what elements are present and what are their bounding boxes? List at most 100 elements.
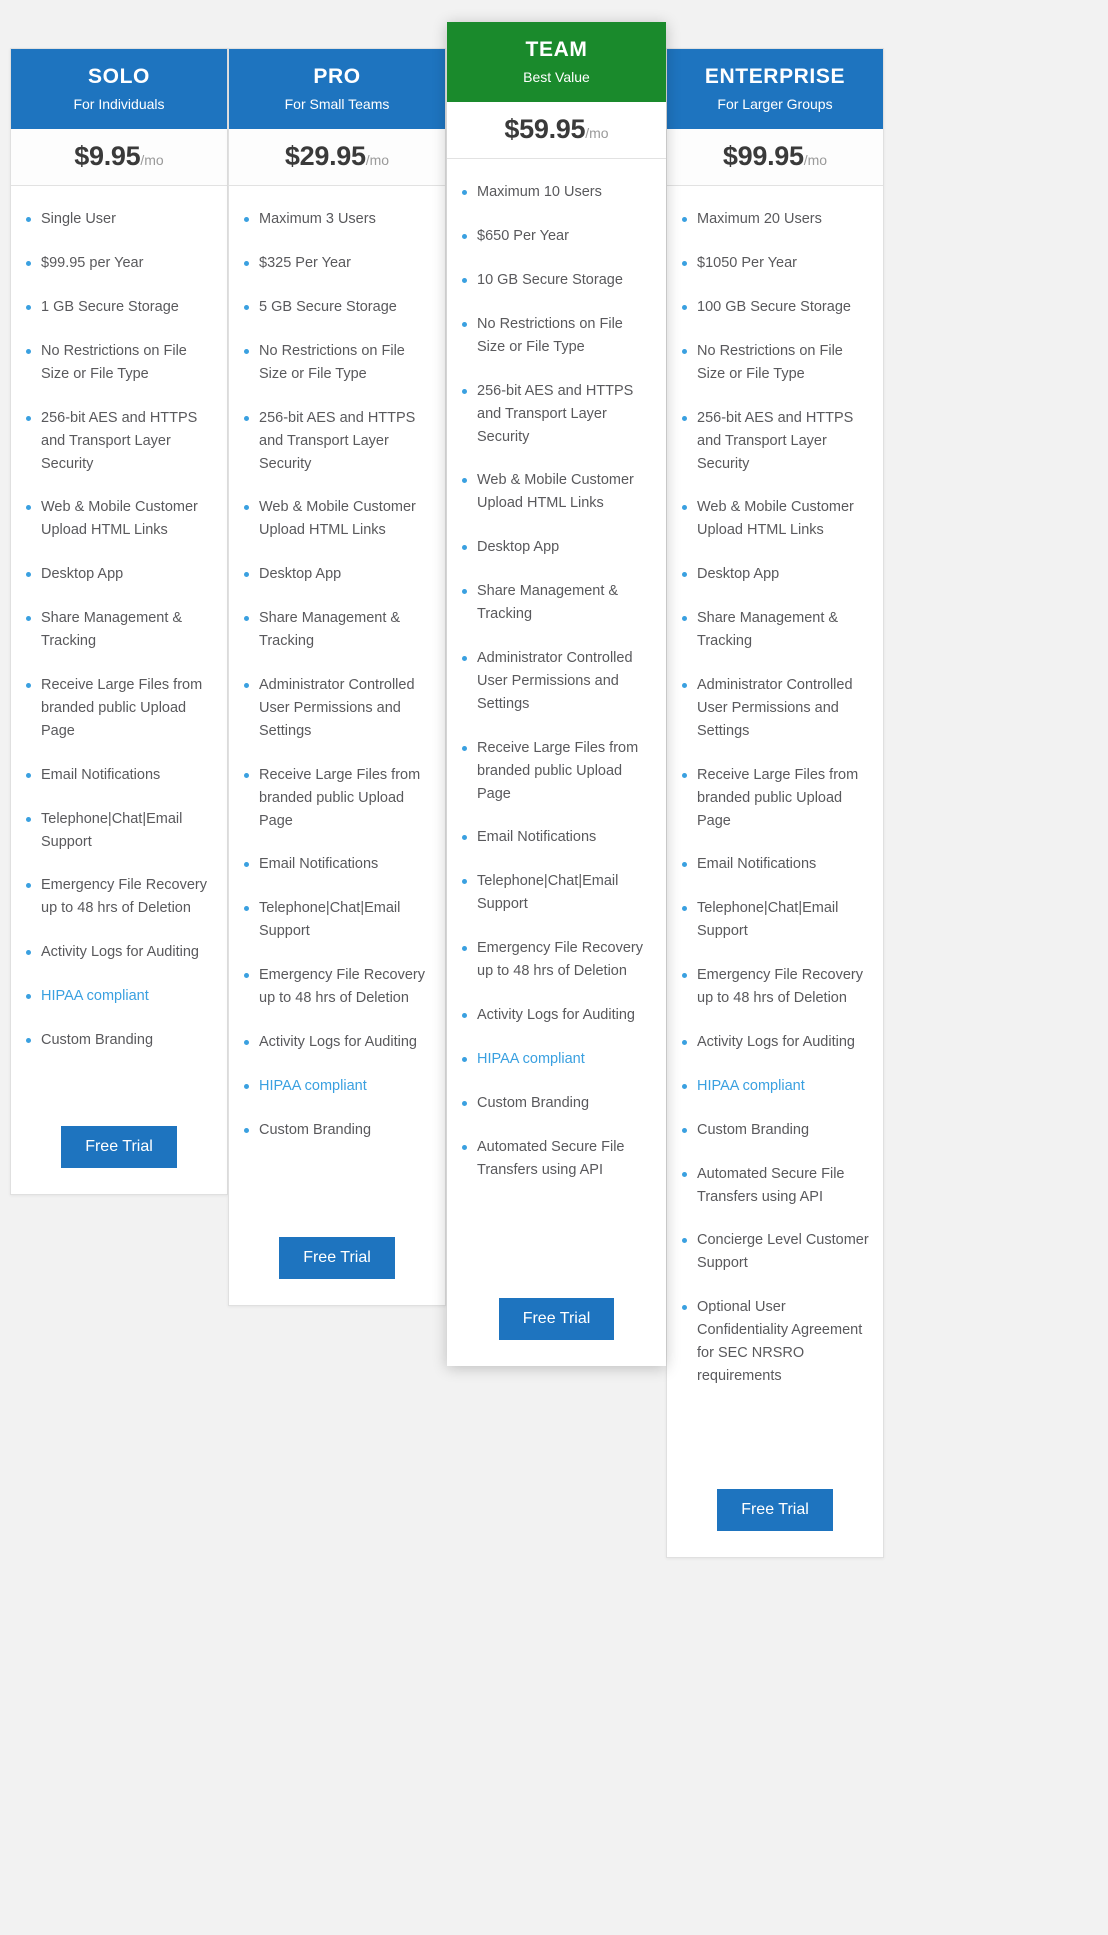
feature-item: Desktop App	[461, 536, 652, 559]
plan-card-solo: SOLO For Individuals $9.95/mo Single User $9…	[10, 48, 228, 1195]
plan-card-team: TEAM Best Value $59.95/mo Maximum 10 Users $…	[447, 22, 666, 1366]
plan-tagline: For Small Teams	[284, 96, 390, 113]
free-trial-button[interactable]: Free Trial	[717, 1489, 833, 1531]
feature-item: Email Notifications	[25, 764, 213, 787]
feature-item: Email Notifications	[461, 826, 652, 849]
plan-price-period: /mo	[585, 125, 609, 142]
plan-price-period: /mo	[803, 152, 828, 169]
plan-price-row: $29.95/mo	[229, 129, 445, 187]
feature-item: Desktop App	[681, 563, 869, 586]
plan-name: SOLO	[88, 65, 150, 88]
feature-item: Emergency File Recovery up to 48 hrs of …	[461, 937, 652, 983]
plan-tagline: For Larger Groups	[717, 96, 833, 113]
feature-item-link[interactable]: HIPAA compliant	[461, 1048, 652, 1071]
cta-wrapper: Free Trial	[229, 1227, 445, 1305]
feature-list: Maximum 20 Users $1050 Per Year 100 GB Sec…	[667, 186, 883, 1479]
plan-card-pro: PRO For Small Teams $29.95/mo Maximum 3 Use…	[228, 48, 446, 1306]
feature-item: No Restrictions on File Size or File Typ…	[681, 340, 869, 386]
plan-name: TEAM	[525, 38, 588, 61]
plan-tagline: Best Value	[523, 69, 590, 86]
free-trial-button[interactable]: Free Trial	[61, 1126, 177, 1168]
plan-card-enterprise: ENTERPRISE For Larger Groups $99.95/mo Maxi…	[666, 48, 884, 1558]
feature-item-link[interactable]: HIPAA compliant	[25, 985, 213, 1008]
feature-item: Receive Large Files from branded public …	[461, 737, 652, 806]
feature-item: Custom Branding	[25, 1029, 213, 1052]
feature-list: Single User $99.95 per Year 1 GB Secure St…	[11, 186, 227, 1116]
feature-item: Activity Logs for Auditing	[243, 1031, 431, 1054]
feature-list: Maximum 10 Users $650 Per Year 10 GB Secur…	[447, 159, 666, 1288]
feature-item: 5 GB Secure Storage	[243, 296, 431, 319]
feature-item: $325 Per Year	[243, 252, 431, 275]
cta-wrapper: Free Trial	[667, 1479, 883, 1557]
plan-header-enterprise: ENTERPRISE For Larger Groups	[667, 49, 883, 130]
plan-price-row: $99.95/mo	[667, 129, 883, 187]
feature-item: Administrator Controlled User Permission…	[243, 674, 431, 743]
cta-wrapper: Free Trial	[447, 1288, 666, 1366]
feature-item: 10 GB Secure Storage	[461, 269, 652, 292]
feature-item: Desktop App	[243, 563, 431, 586]
feature-item: Custom Branding	[681, 1119, 869, 1142]
free-trial-button[interactable]: Free Trial	[279, 1237, 395, 1279]
feature-item: Automated Secure File Transfers using AP…	[461, 1136, 652, 1182]
plan-header-team: TEAM Best Value	[447, 22, 666, 103]
plan-price-amount: $9.95	[74, 141, 141, 172]
feature-item: Activity Logs for Auditing	[681, 1031, 869, 1054]
feature-item: Web & Mobile Customer Upload HTML Links	[25, 496, 213, 542]
plan-price-amount: $29.95	[284, 141, 366, 172]
feature-item: Share Management & Tracking	[461, 580, 652, 626]
feature-item: 256-bit AES and HTTPS and Transport Laye…	[461, 380, 652, 449]
feature-item: Administrator Controlled User Permission…	[461, 647, 652, 716]
feature-item: Single User	[25, 208, 213, 231]
feature-item-link[interactable]: HIPAA compliant	[681, 1075, 869, 1098]
plan-price-period: /mo	[365, 152, 390, 169]
feature-item: Receive Large Files from branded public …	[243, 764, 431, 833]
feature-item: Telephone|Chat|Email Support	[461, 870, 652, 916]
plan-tagline: For Individuals	[73, 96, 165, 113]
feature-item: $650 Per Year	[461, 225, 652, 248]
feature-item: 100 GB Secure Storage	[681, 296, 869, 319]
plan-header-pro: PRO For Small Teams	[229, 49, 445, 130]
feature-item: No Restrictions on File Size or File Typ…	[243, 340, 431, 386]
feature-item: Maximum 20 Users	[681, 208, 869, 231]
feature-item: Administrator Controlled User Permission…	[681, 674, 869, 743]
feature-item: 256-bit AES and HTTPS and Transport Laye…	[25, 407, 213, 476]
feature-item: Share Management & Tracking	[243, 607, 431, 653]
feature-item: Emergency File Recovery up to 48 hrs of …	[25, 874, 213, 920]
feature-item: $99.95 per Year	[25, 252, 213, 275]
feature-item: Custom Branding	[243, 1119, 431, 1142]
feature-item: Maximum 10 Users	[461, 181, 652, 204]
feature-item: Concierge Level Customer Support	[681, 1229, 869, 1275]
plan-price-row: $9.95/mo	[11, 129, 227, 187]
feature-item: 256-bit AES and HTTPS and Transport Laye…	[243, 407, 431, 476]
cta-wrapper: Free Trial	[11, 1116, 227, 1194]
free-trial-button[interactable]: Free Trial	[498, 1298, 615, 1340]
plan-header-solo: SOLO For Individuals	[11, 49, 227, 130]
feature-item: Web & Mobile Customer Upload HTML Links	[681, 496, 869, 542]
feature-item: Desktop App	[25, 563, 213, 586]
feature-item: Automated Secure File Transfers using AP…	[681, 1163, 869, 1209]
feature-item: Email Notifications	[243, 853, 431, 876]
feature-item: Activity Logs for Auditing	[25, 941, 213, 964]
feature-list: Maximum 3 Users $325 Per Year 5 GB Secure …	[229, 186, 445, 1227]
feature-item: Web & Mobile Customer Upload HTML Links	[461, 469, 652, 515]
feature-item-link[interactable]: HIPAA compliant	[243, 1075, 431, 1098]
feature-item: 1 GB Secure Storage	[25, 296, 213, 319]
feature-item: Custom Branding	[461, 1092, 652, 1115]
feature-item: Share Management & Tracking	[25, 607, 213, 653]
feature-item: Emergency File Recovery up to 48 hrs of …	[681, 964, 869, 1010]
pricing-table: SOLO For Individuals $9.95/mo Single User $9…	[0, 0, 1108, 1935]
feature-item: No Restrictions on File Size or File Typ…	[25, 340, 213, 386]
feature-item: Share Management & Tracking	[681, 607, 869, 653]
feature-item: $1050 Per Year	[681, 252, 869, 275]
feature-item: Activity Logs for Auditing	[461, 1004, 652, 1027]
feature-item: Emergency File Recovery up to 48 hrs of …	[243, 964, 431, 1010]
feature-item: Telephone|Chat|Email Support	[681, 897, 869, 943]
plan-name: PRO	[313, 65, 361, 88]
plan-price-row: $59.95/mo	[447, 102, 666, 160]
feature-item: Telephone|Chat|Email Support	[243, 897, 431, 943]
feature-item: 256-bit AES and HTTPS and Transport Laye…	[681, 407, 869, 476]
feature-item: Email Notifications	[681, 853, 869, 876]
feature-item: Web & Mobile Customer Upload HTML Links	[243, 496, 431, 542]
feature-item: No Restrictions on File Size or File Typ…	[461, 313, 652, 359]
feature-item: Receive Large Files from branded public …	[25, 674, 213, 743]
